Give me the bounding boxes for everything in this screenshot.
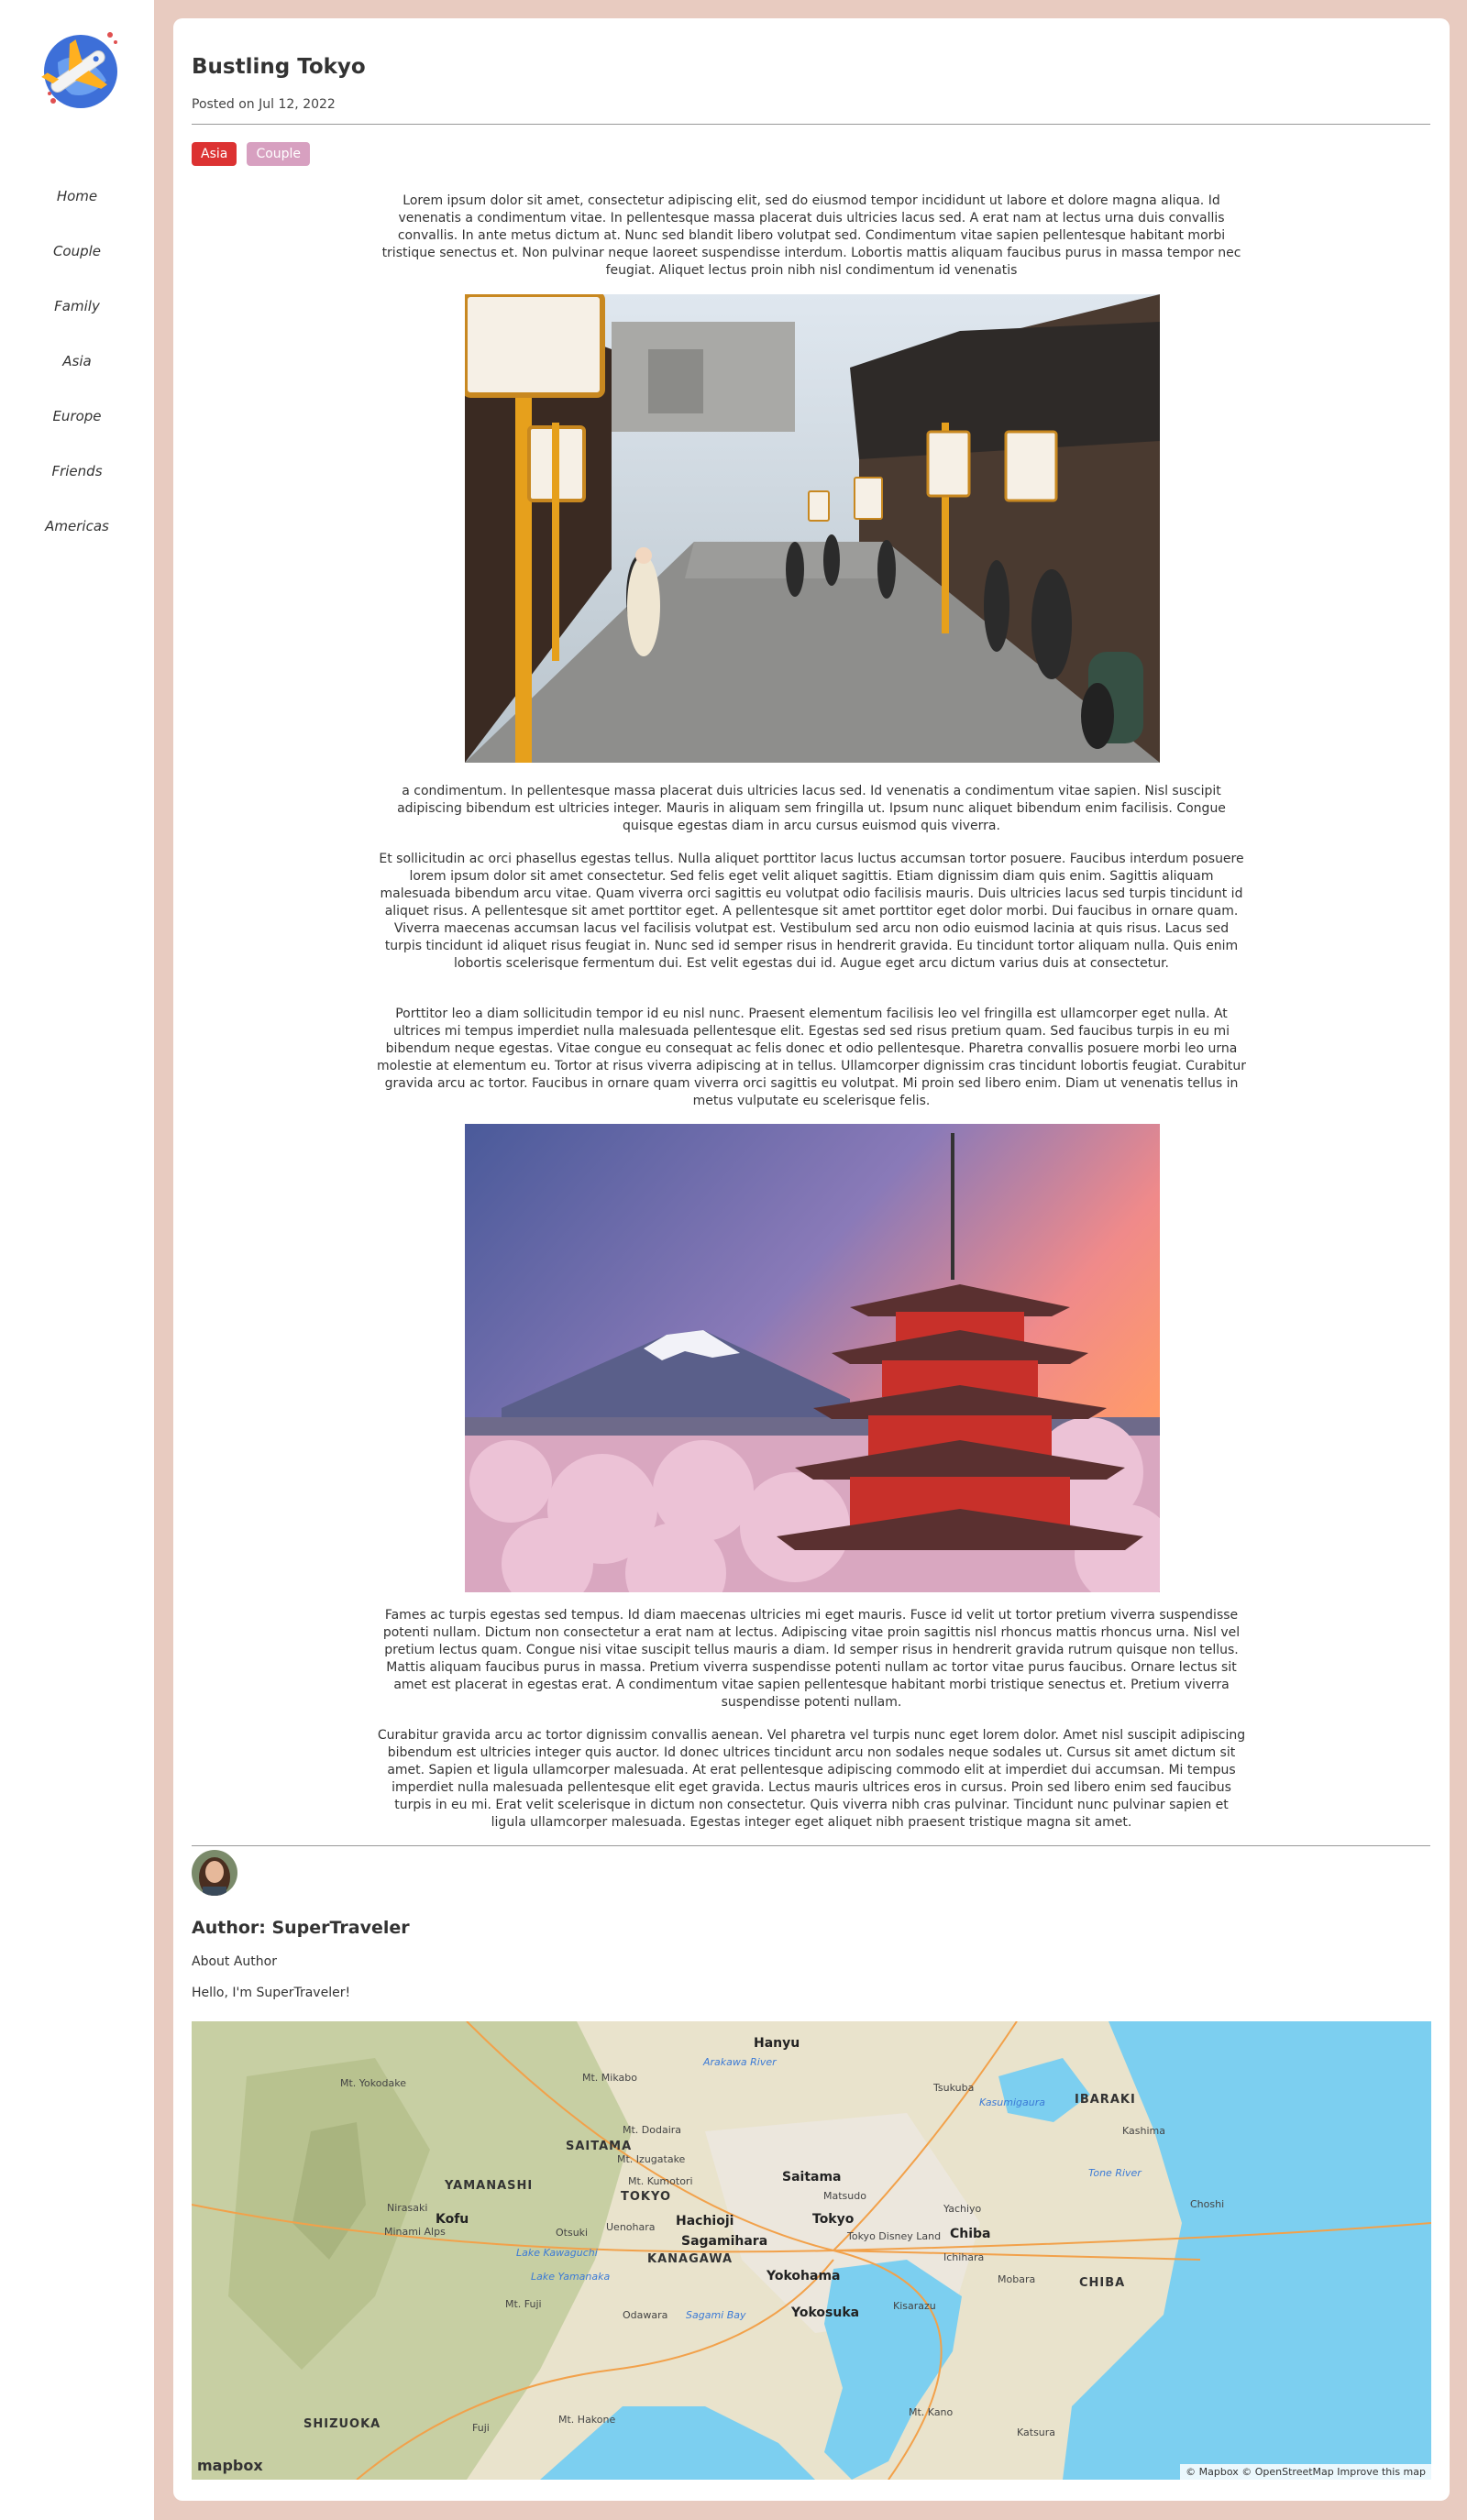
- post-card: Bustling Tokyo Posted on Jul 12, 2022 As…: [173, 18, 1450, 2501]
- map-label: Sagamihara: [681, 2234, 768, 2249]
- map-label: Mt. Kumotori: [628, 2175, 693, 2187]
- nav-item-europe[interactable]: Europe: [0, 400, 154, 455]
- author-name: Author: SuperTraveler: [192, 1918, 410, 1938]
- map-label: CHIBA: [1079, 2276, 1126, 2290]
- map-label: Yokohama: [767, 2269, 841, 2283]
- map-label: Mt. Yokodake: [340, 2077, 406, 2089]
- map-label: YAMANASHI: [445, 2179, 534, 2193]
- nav-item-home[interactable]: Home: [0, 180, 154, 235]
- nav-item-americas[interactable]: Americas: [0, 510, 154, 565]
- map-label: KANAGAWA: [647, 2252, 734, 2266]
- main-nav: Home Couple Family Asia Europe Friends A…: [0, 180, 154, 565]
- map-label: Mt. Mikabo: [582, 2072, 637, 2084]
- post-paragraph-2: a condimentum. In pellentesque massa pla…: [397, 784, 1226, 833]
- street-lanterns-photo: [465, 294, 1160, 763]
- map-label: Lake Yamanaka: [531, 2271, 611, 2283]
- map-label: Kasumigaura: [979, 2096, 1045, 2108]
- map-label: SAITAMA: [566, 2140, 633, 2153]
- post-paragraph-5: Fames ac turpis egestas sed tempus. Id d…: [382, 1608, 1241, 1710]
- airplane-globe-logo-icon[interactable]: [35, 26, 121, 112]
- map-label: Mobara: [998, 2273, 1036, 2285]
- map-label: Kashima: [1122, 2125, 1165, 2137]
- map-label: Yokosuka: [791, 2305, 860, 2320]
- map-label: IBARAKI: [1075, 2093, 1136, 2107]
- map-label: Minami Alps: [384, 2226, 446, 2238]
- map-label: Sagami Bay: [686, 2309, 746, 2321]
- map-label: Mt. Kano: [909, 2406, 954, 2418]
- map-label: Uenohara: [606, 2221, 656, 2233]
- map-label: Mt. Hakone: [558, 2414, 616, 2426]
- map-label: Choshi: [1190, 2198, 1225, 2210]
- pagoda-fuji-photo: [465, 1124, 1160, 1592]
- post-date: Posted on Jul 12, 2022: [192, 97, 336, 112]
- map-label: Hachioji: [676, 2214, 734, 2228]
- map-label: Tone River: [1088, 2167, 1142, 2179]
- tag-asia[interactable]: Asia: [192, 142, 237, 166]
- map-label: Tsukuba: [933, 2082, 975, 2094]
- map-label: Lake Kawaguchi: [516, 2247, 598, 2259]
- map-label: Hanyu: [754, 2036, 800, 2051]
- location-map[interactable]: Hanyu Tsukuba IBARAKI Kasumigaura Kashima SAI…: [192, 2021, 1431, 2480]
- map-label: Nirasaki: [387, 2202, 428, 2214]
- sidebar: Home Couple Family Asia Europe Friends A…: [0, 0, 154, 2520]
- post-paragraph-3: Et sollicitudin ac orci phasellus egesta…: [379, 852, 1244, 971]
- map-label: Mt. Fuji: [505, 2298, 542, 2310]
- map-label: TOKYO: [621, 2190, 671, 2204]
- post-paragraph-4: Porttitor leo a diam sollicitudin tempor…: [376, 1007, 1247, 1108]
- mapbox-logo[interactable]: mapbox: [197, 2457, 263, 2474]
- nav-item-friends[interactable]: Friends: [0, 455, 154, 510]
- post-paragraph-6: Curabitur gravida arcu ac tortor digniss…: [377, 1728, 1246, 1830]
- map-label: Mt. Izugatake: [617, 2153, 686, 2165]
- map-label: Katsura: [1017, 2426, 1056, 2438]
- author-avatar[interactable]: [192, 1850, 237, 1896]
- post-paragraph-1: Lorem ipsum dolor sit amet, consectetur …: [381, 193, 1241, 278]
- nav-item-couple[interactable]: Couple: [0, 235, 154, 290]
- divider: [192, 1845, 1430, 1846]
- tag-list: Asia Couple: [192, 142, 315, 166]
- map-label: SHIZUOKA: [303, 2417, 381, 2431]
- map-attribution[interactable]: © Mapbox © OpenStreetMap Improve this ma…: [1180, 2464, 1431, 2480]
- map-label: Matsudo: [823, 2190, 866, 2202]
- map-label: Mt. Dodaira: [623, 2124, 682, 2136]
- nav-item-family[interactable]: Family: [0, 290, 154, 345]
- map-label: Kofu: [436, 2212, 469, 2227]
- map-label: Fuji: [472, 2422, 490, 2434]
- map-label: Odawara: [623, 2309, 668, 2321]
- map-label: Saitama: [782, 2170, 842, 2184]
- about-author-label: About Author: [192, 1954, 277, 1969]
- map-label: Ichihara: [943, 2251, 985, 2263]
- map-label: Tokyo Disney Land: [847, 2230, 942, 2242]
- map-label: Tokyo: [812, 2212, 855, 2227]
- map-label: Chiba: [950, 2227, 991, 2241]
- map-label: Yachiyo: [943, 2203, 982, 2215]
- nav-item-asia[interactable]: Asia: [0, 345, 154, 400]
- divider: [192, 124, 1430, 125]
- map-label: Otsuki: [556, 2227, 589, 2239]
- post-title: Bustling Tokyo: [192, 55, 366, 79]
- author-greeting: Hello, I'm SuperTraveler!: [192, 1986, 351, 2000]
- map-label: Kisarazu: [893, 2300, 936, 2312]
- tag-couple[interactable]: Couple: [247, 142, 311, 166]
- map-label: Arakawa River: [703, 2056, 777, 2068]
